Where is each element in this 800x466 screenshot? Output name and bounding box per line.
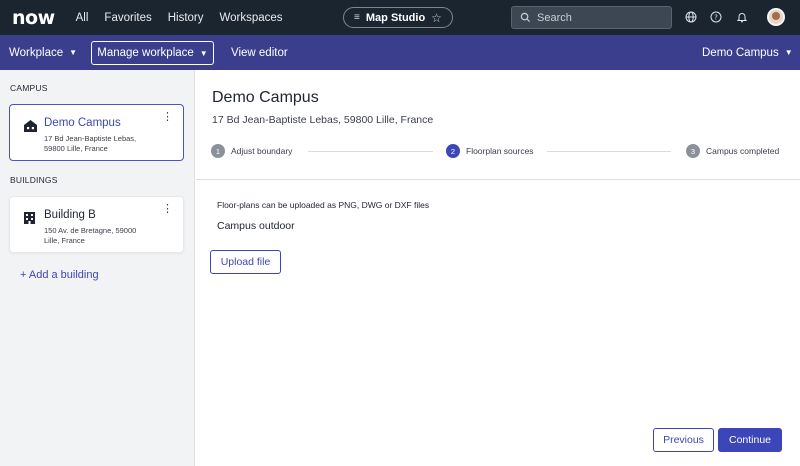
chevron-down-icon: ▼: [69, 48, 78, 57]
campus-name: Demo Campus: [44, 117, 121, 129]
step-label: Campus completed: [706, 146, 780, 156]
step-label: Adjust boundary: [231, 146, 293, 156]
step-number: 2: [446, 144, 460, 158]
add-building-link[interactable]: + Add a building: [20, 269, 99, 281]
workplace-menu[interactable]: Workplace ▼: [9, 35, 77, 70]
workplace-label: Workplace: [9, 46, 64, 59]
upload-file-button[interactable]: Upload file: [210, 250, 281, 274]
view-editor-link[interactable]: View editor: [231, 35, 288, 70]
campus-building-icon: [23, 119, 38, 136]
nav-favorites[interactable]: Favorites: [104, 12, 151, 24]
star-icon[interactable]: ☆: [431, 11, 442, 25]
step-campus-completed: 3 Campus completed: [686, 144, 779, 158]
user-avatar[interactable]: [767, 8, 785, 26]
help-icon[interactable]: ?: [708, 9, 724, 25]
step-connector: [308, 151, 433, 152]
now-logo[interactable]: now: [12, 7, 55, 29]
step-label: Floorplan sources: [466, 146, 534, 156]
svg-text:?: ?: [714, 14, 718, 22]
main-panel: Demo Campus 17 Bd Jean-Baptiste Lebas, 5…: [196, 70, 800, 466]
campus-address: 17 Bd Jean-Baptiste Lebas, 59800 Lille, …: [44, 134, 137, 153]
building-name: Building B: [44, 209, 96, 221]
sidebar: CAMPUS Demo Campus 17 Bd Jean-Baptiste L…: [0, 70, 195, 466]
campus-selector-label: Demo Campus: [702, 46, 779, 59]
building-icon: [23, 211, 36, 228]
campus-selector[interactable]: Demo Campus ▼: [702, 35, 793, 70]
more-options-icon[interactable]: ⋮: [162, 204, 173, 215]
more-options-icon[interactable]: ⋮: [162, 112, 173, 123]
page-address: 17 Bd Jean-Baptiste Lebas, 59800 Lille, …: [212, 114, 434, 126]
nav-all[interactable]: All: [76, 12, 89, 24]
step-floorplan-sources: 2 Floorplan sources: [446, 144, 534, 158]
upload-hint: Floor-plans can be uploaded as PNG, DWG …: [217, 200, 430, 210]
chevron-down-icon: ▼: [784, 48, 793, 57]
buildings-section-label: BUILDINGS: [10, 175, 58, 185]
workplace-bar: Workplace ▼ Manage workplace ▼ View edit…: [0, 35, 800, 70]
page-title: Demo Campus: [212, 89, 319, 106]
step-connector: [547, 151, 671, 152]
continue-button[interactable]: Continue: [718, 428, 782, 452]
app-title: Map Studio: [365, 11, 426, 24]
chevron-down-icon: ▼: [199, 48, 208, 58]
campus-card[interactable]: Demo Campus 17 Bd Jean-Baptiste Lebas, 5…: [9, 104, 184, 161]
manage-workplace-label: Manage workplace: [97, 47, 194, 59]
bell-icon[interactable]: [734, 9, 750, 25]
nav-workspaces[interactable]: Workspaces: [220, 12, 283, 24]
campus-section-label: CAMPUS: [10, 83, 48, 93]
app-title-pill[interactable]: ≡ Map Studio ☆: [343, 7, 453, 28]
search-input[interactable]: Search: [511, 6, 672, 29]
manage-workplace-button[interactable]: Manage workplace ▼: [91, 41, 214, 65]
nav-history[interactable]: History: [168, 12, 204, 24]
building-card[interactable]: Building B 150 Av. de Bretagne, 59000 Li…: [9, 196, 184, 253]
step-number: 1: [211, 144, 225, 158]
building-address: 150 Av. de Bretagne, 59000 Lille, France: [44, 226, 137, 245]
divider: [196, 179, 800, 180]
step-number: 3: [686, 144, 700, 158]
globe-icon[interactable]: [683, 9, 699, 25]
campus-outdoor-label: Campus outdoor: [217, 220, 295, 232]
step-adjust-boundary: 1 Adjust boundary: [211, 144, 292, 158]
menu-icon: ≡: [354, 12, 360, 23]
previous-button[interactable]: Previous: [653, 428, 714, 452]
view-editor-label: View editor: [231, 46, 288, 59]
search-icon: [520, 12, 531, 23]
search-placeholder: Search: [537, 11, 572, 24]
